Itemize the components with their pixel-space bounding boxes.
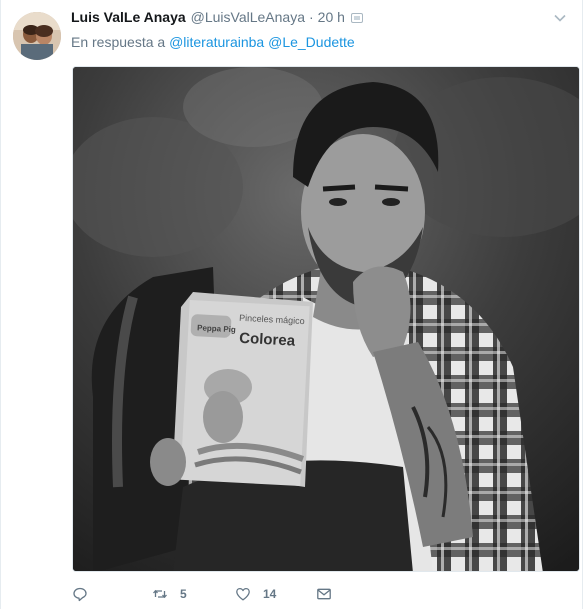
reply-prefix: En respuesta a xyxy=(71,34,166,50)
separator: · xyxy=(309,9,314,25)
direct-message-icon xyxy=(317,588,331,600)
direct-message-button[interactable] xyxy=(316,586,332,602)
photo-image: Pinceles mágico Colorea Peppa Pig xyxy=(73,67,579,571)
book-title: Colorea xyxy=(239,330,296,350)
avatar-image xyxy=(13,12,61,60)
tweet-header: Luis ValLe Anaya @LuisValLeAnaya · 20 h xyxy=(71,9,363,29)
like-icon xyxy=(236,587,250,601)
tweet-photo[interactable]: Pinceles mágico Colorea Peppa Pig xyxy=(72,66,580,572)
mention-link[interactable]: @literaturainba xyxy=(169,34,264,50)
coloring-book: Pinceles mágico Colorea Peppa Pig xyxy=(173,292,313,487)
tweet-card[interactable]: Luis ValLe Anaya @LuisValLeAnaya · 20 h … xyxy=(0,0,583,609)
retweet-button[interactable]: 5 xyxy=(152,586,187,602)
translate-icon xyxy=(350,13,363,23)
author-handle[interactable]: @LuisValLeAnaya xyxy=(191,9,305,25)
avatar[interactable] xyxy=(13,12,61,60)
like-count: 14 xyxy=(263,587,277,601)
reply-context: En respuesta a @literaturainba @Le_Dudet… xyxy=(71,34,355,50)
caret-down-icon[interactable] xyxy=(554,12,566,24)
tweet-timestamp[interactable]: 20 h xyxy=(318,9,345,25)
like-button[interactable]: 14 xyxy=(235,586,276,602)
author-fullname[interactable]: Luis ValLe Anaya xyxy=(71,9,186,25)
retweet-count: 5 xyxy=(180,587,187,601)
mention-link[interactable]: @Le_Dudette xyxy=(268,34,355,50)
reply-icon xyxy=(73,587,87,602)
reply-button[interactable] xyxy=(72,586,100,602)
retweet-icon xyxy=(153,589,167,599)
